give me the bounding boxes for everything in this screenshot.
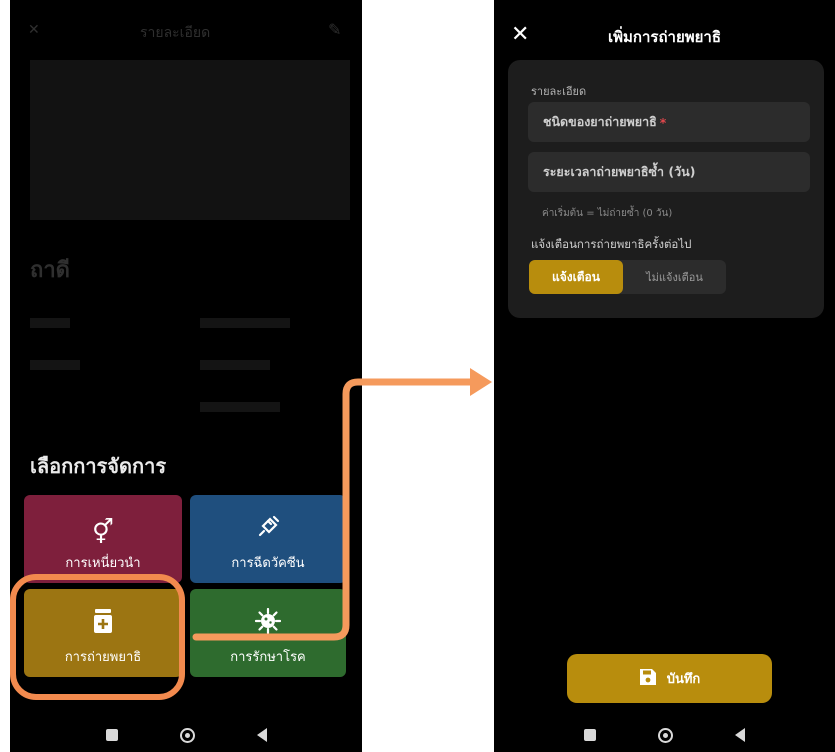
nav-back-icon[interactable] (735, 728, 745, 742)
notify-toggle: แจ้งเตือน ไม่แจ้งเตือน (529, 260, 726, 294)
nav-recents-icon[interactable] (584, 729, 596, 741)
repeat-interval-placeholder: ระยะเวลาถ่ายพยาธิซ้ำ (วัน) (543, 164, 696, 179)
interval-hint: ค่าเริ่มต้น = ไม่ถ่ายซ้ำ (0 วัน) (542, 208, 673, 219)
required-mark: * (659, 114, 667, 130)
notify-off-option[interactable]: ไม่แจ้งเตือน (623, 260, 726, 294)
page-title: เพิ่มการถ่ายพยาธิ (607, 28, 721, 46)
save-button[interactable]: บันทึก (567, 654, 772, 703)
section-label: รายละเอียด (531, 85, 587, 98)
dewormer-type-field[interactable]: ชนิดของยาถ่ายพยาธิ * (528, 102, 810, 142)
android-nav-bar (494, 718, 835, 752)
details-card: รายละเอียด ชนิดของยาถ่ายพยาธิ * ระยะเวลา… (508, 60, 824, 318)
notify-label: แจ้งเตือนการถ่ายพยาธิครั้งต่อไป (531, 237, 692, 251)
dewormer-type-placeholder: ชนิดของยาถ่ายพยาธิ (543, 114, 657, 129)
notify-on-option[interactable]: แจ้งเตือน (529, 260, 623, 294)
repeat-interval-field[interactable]: ระยะเวลาถ่ายพยาธิซ้ำ (วัน) (528, 152, 810, 192)
nav-home-icon[interactable] (658, 727, 673, 743)
save-label: บันทึก (666, 672, 701, 687)
floppy-disk-icon (639, 668, 657, 690)
right-phone-screen: ✕ เพิ่มการถ่ายพยาธิ รายละเอียด ชนิดของยา… (494, 0, 835, 752)
